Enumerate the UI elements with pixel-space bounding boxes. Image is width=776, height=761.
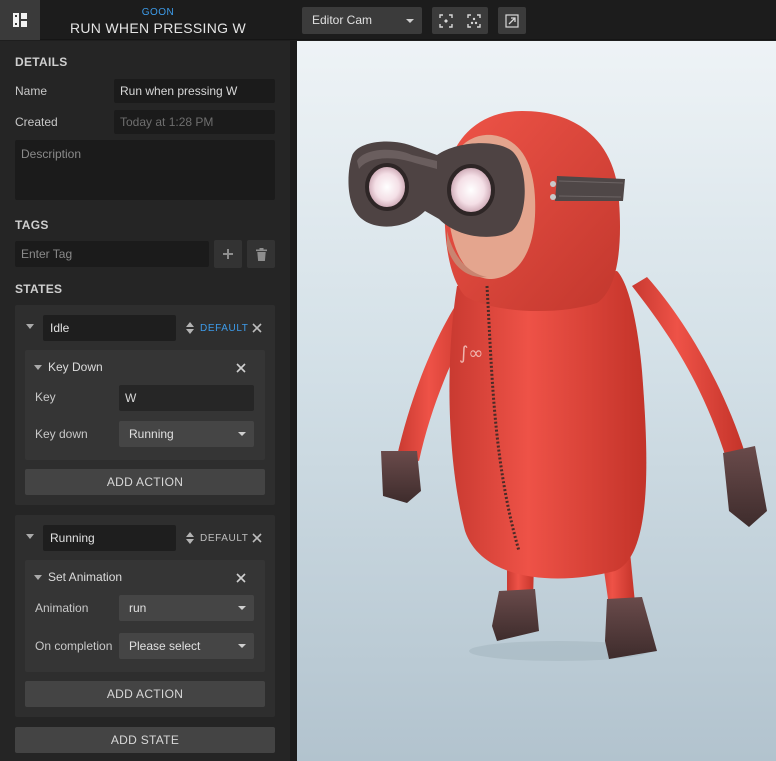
properties-panel: DETAILS Name Run when pressing W Created… (0, 41, 290, 761)
collapse-triangle-icon[interactable] (26, 324, 34, 329)
created-label: Created (15, 115, 58, 129)
collapse-triangle-icon[interactable] (34, 575, 42, 580)
viewport-tools (432, 7, 488, 34)
frame-selection-icon (439, 13, 453, 28)
fullscreen-icon (505, 13, 519, 28)
default-state-toggle[interactable]: DEFAULT (200, 323, 248, 334)
animation-select[interactable]: run (119, 595, 254, 621)
plus-icon (223, 249, 233, 259)
fullscreen-button[interactable] (498, 7, 526, 34)
3d-viewport[interactable]: ∫∞ (297, 41, 776, 761)
collapse-triangle-icon[interactable] (26, 534, 34, 539)
app-logo-button[interactable] (0, 0, 40, 40)
character-model: ∫∞ (348, 111, 767, 661)
add-action-button[interactable]: ADD ACTION (25, 469, 265, 495)
add-state-button[interactable]: ADD STATE (15, 727, 275, 753)
remove-state-icon[interactable] (252, 323, 262, 333)
frame-all-button[interactable] (460, 7, 488, 34)
svg-text:∫∞: ∫∞ (459, 343, 483, 364)
frame-selection-button[interactable] (432, 7, 460, 34)
action-card-set-animation: Set Animation Animation run On completio… (25, 560, 265, 672)
behaviour-title: GOON RUN WHEN PRESSING W (48, 7, 268, 37)
collapse-triangle-icon[interactable] (34, 365, 42, 370)
app-logo-icon (13, 13, 27, 27)
remove-action-icon[interactable] (236, 363, 246, 373)
on-completion-select-value: Please select (129, 639, 201, 653)
trash-icon (255, 247, 267, 261)
tags-heading: TAGS (15, 218, 49, 232)
on-completion-select[interactable]: Please select (119, 633, 254, 659)
state-card-idle: Idle DEFAULT Key Down Key W Key down Run… (15, 305, 275, 505)
chevron-down-icon (238, 644, 246, 648)
chevron-down-icon (238, 432, 246, 436)
description-textarea[interactable]: Description (15, 140, 275, 200)
reorder-icon[interactable] (186, 532, 194, 544)
add-tag-button[interactable] (214, 240, 242, 268)
on-completion-label: On completion (35, 639, 113, 653)
delete-tag-button[interactable] (247, 240, 275, 268)
camera-select[interactable]: Editor Cam (302, 7, 422, 34)
key-down-select-value: Running (129, 427, 174, 441)
name-input[interactable]: Run when pressing W (114, 79, 275, 103)
key-down-label: Key down (35, 427, 88, 441)
remove-action-icon[interactable] (236, 573, 246, 583)
key-label: Key (35, 390, 56, 404)
entity-name: GOON (141, 7, 175, 18)
behaviour-name: RUN WHEN PRESSING W (69, 20, 247, 36)
animation-select-value: run (129, 601, 147, 615)
reorder-icon[interactable] (186, 322, 194, 334)
action-card-key-down: Key Down Key W Key down Running (25, 350, 265, 460)
animation-label: Animation (35, 601, 89, 615)
panel-divider[interactable] (290, 41, 297, 761)
key-down-select[interactable]: Running (119, 421, 254, 447)
states-heading: STATES (15, 282, 63, 296)
chevron-down-icon (406, 19, 414, 23)
frame-all-icon (467, 13, 481, 28)
action-title: Set Animation (48, 570, 123, 584)
details-heading: DETAILS (15, 55, 68, 69)
state-name-input[interactable]: Running (43, 525, 176, 551)
state-name-input[interactable]: Idle (43, 315, 176, 341)
chevron-down-icon (238, 606, 246, 610)
add-action-button[interactable]: ADD ACTION (25, 681, 265, 707)
tag-input[interactable]: Enter Tag (15, 241, 209, 267)
key-input[interactable]: W (119, 385, 254, 411)
default-state-toggle[interactable]: DEFAULT (200, 533, 248, 544)
camera-select-value: Editor Cam (312, 13, 373, 27)
remove-state-icon[interactable] (252, 533, 262, 543)
created-value: Today at 1:28 PM (114, 110, 275, 134)
top-bar: GOON RUN WHEN PRESSING W Editor Cam (0, 0, 776, 40)
state-card-running: Running DEFAULT Set Animation Animation … (15, 515, 275, 717)
name-label: Name (15, 84, 48, 98)
action-title: Key Down (48, 360, 103, 374)
